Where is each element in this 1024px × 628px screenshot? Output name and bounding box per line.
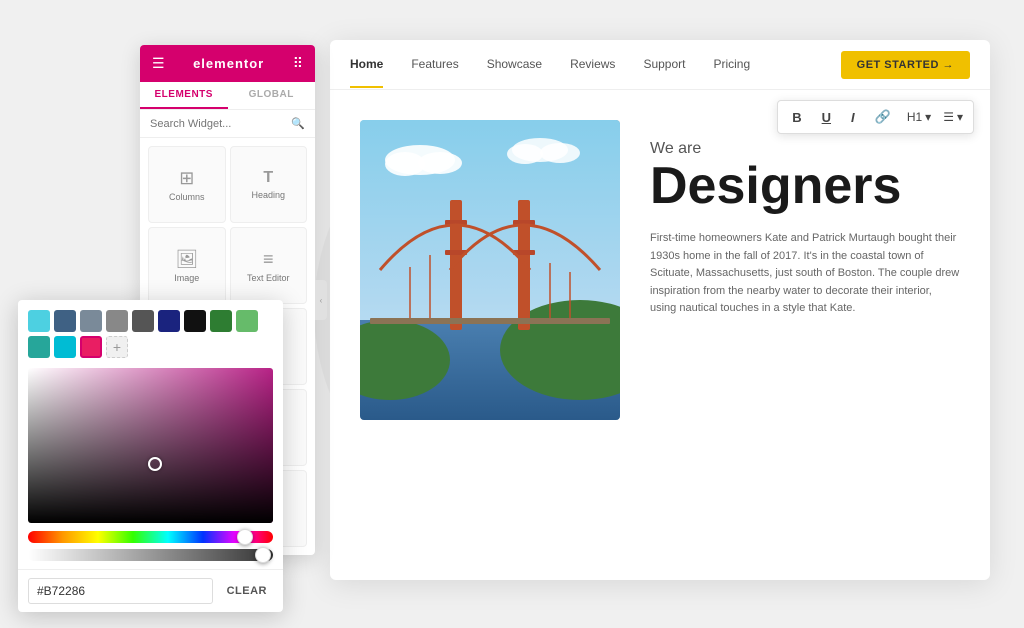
nav-item-features[interactable]: Features (411, 42, 458, 88)
search-icon: 🔍 (291, 117, 305, 130)
widget-text-editor[interactable]: ≡ Text Editor (230, 227, 308, 304)
panel-resize-handle[interactable]: ‹ (315, 280, 327, 320)
hero-image (360, 120, 620, 420)
hue-slider-wrap (28, 531, 273, 543)
hue-slider[interactable] (28, 531, 273, 543)
swatch-blue-dark[interactable] (54, 310, 76, 332)
swatch-gray1[interactable] (80, 310, 102, 332)
bridge-svg (360, 120, 620, 420)
hue-thumb[interactable] (237, 529, 253, 545)
heading-select[interactable]: H1 ▾ (907, 110, 931, 124)
widget-image[interactable]: 🖼 Image (148, 227, 226, 304)
swatch-green2[interactable] (236, 310, 258, 332)
bold-button[interactable]: B (788, 108, 805, 127)
clear-button[interactable]: CLEAR (221, 580, 273, 602)
swatch-black[interactable] (184, 310, 206, 332)
search-input[interactable] (150, 118, 287, 130)
text-editor-icon: ≡ (263, 249, 274, 270)
nav-cta-button[interactable]: GET STARTED → (841, 51, 970, 79)
widget-heading-label: Heading (251, 190, 285, 200)
widget-columns[interactable]: ⊞ Columns (148, 146, 226, 223)
opacity-slider-wrap (28, 549, 273, 561)
swatch-green[interactable] (210, 310, 232, 332)
preview-text: We are Designers First-time homeowners K… (650, 120, 960, 560)
nav-item-showcase[interactable]: Showcase (487, 42, 542, 88)
tab-global[interactable]: GLOBAL (228, 82, 316, 109)
swatch-teal[interactable] (28, 336, 50, 358)
list-icon: ☰ (943, 110, 954, 124)
elementor-logo: elementor (193, 56, 264, 71)
we-are-text: We are (650, 140, 960, 158)
italic-button[interactable]: I (847, 108, 859, 127)
heading-select-label: H1 (907, 110, 922, 124)
nav-item-support[interactable]: Support (643, 42, 685, 88)
widget-columns-label: Columns (169, 192, 205, 202)
opacity-thumb[interactable] (255, 547, 271, 563)
swatch-gray2[interactable] (106, 310, 128, 332)
panel-tabs: ELEMENTS GLOBAL (140, 82, 315, 110)
tab-elements[interactable]: ELEMENTS (140, 82, 228, 109)
swatch-add[interactable]: + (106, 336, 128, 358)
color-gradient-cursor (148, 457, 162, 471)
swatch-cyan[interactable] (28, 310, 50, 332)
underline-button[interactable]: U (818, 108, 835, 127)
columns-icon: ⊞ (179, 168, 194, 189)
panel-header: ☰ elementor ⠿ (140, 45, 315, 82)
nav-item-pricing[interactable]: Pricing (713, 42, 750, 88)
preview-nav: Home Features Showcase Reviews Support P… (330, 40, 990, 90)
hero-body-text: First-time homeowners Kate and Patrick M… (650, 230, 960, 318)
list-chevron-icon: ▾ (957, 110, 963, 124)
nav-item-reviews[interactable]: Reviews (570, 42, 615, 88)
swatch-pink[interactable] (80, 336, 102, 358)
color-swatches: + (18, 300, 283, 364)
format-toolbar: B U I 🔗 H1 ▾ ☰ ▾ (777, 100, 974, 134)
color-gradient-picker[interactable] (28, 368, 273, 523)
link-button[interactable]: 🔗 (871, 107, 895, 127)
hamburger-icon[interactable]: ☰ (152, 55, 165, 72)
color-input-row: CLEAR (18, 569, 283, 612)
widget-heading[interactable]: T Heading (230, 146, 308, 223)
opacity-slider[interactable] (28, 549, 273, 561)
swatch-gray3[interactable] (132, 310, 154, 332)
grid-icon[interactable]: ⠿ (293, 55, 303, 72)
preview-content: We are Designers First-time homeowners K… (330, 90, 990, 580)
designers-heading: Designers (650, 160, 960, 212)
heading-icon: T (263, 169, 273, 187)
swatch-navy[interactable] (158, 310, 180, 332)
swatch-cyan2[interactable] (54, 336, 76, 358)
widget-image-label: Image (174, 273, 199, 283)
list-button[interactable]: ☰ ▾ (943, 110, 963, 124)
widget-text-editor-label: Text Editor (247, 273, 290, 283)
heading-chevron-icon: ▾ (925, 110, 931, 124)
hex-color-input[interactable] (28, 578, 213, 604)
image-icon: 🖼 (175, 249, 198, 270)
nav-item-home[interactable]: Home (350, 42, 383, 88)
color-picker: + CLEAR (18, 300, 283, 612)
panel-search: 🔍 (140, 110, 315, 138)
